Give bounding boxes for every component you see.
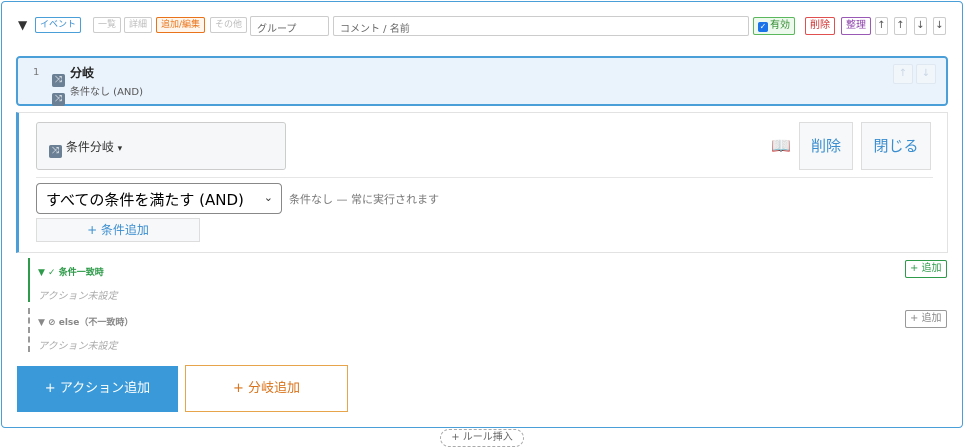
type-label: 条件分岐 bbox=[65, 140, 114, 154]
shuffle-icon: ⤨ bbox=[49, 145, 62, 158]
checkbox-icon[interactable]: ✓ bbox=[758, 22, 768, 32]
group-input[interactable]: グループ bbox=[250, 16, 329, 36]
match-branch-label[interactable]: ▼ ✓ 条件一致時 bbox=[38, 265, 104, 278]
enabled-toggle[interactable]: ✓ 有効 bbox=[753, 17, 795, 35]
tag-add-edit[interactable]: 追加/編集 bbox=[156, 17, 206, 33]
move-bottom-button[interactable]: ↓ bbox=[933, 17, 946, 35]
branch-subtitle: 条件なし (AND) bbox=[70, 87, 144, 98]
move-top-button[interactable]: ↑ bbox=[875, 17, 888, 35]
branch-move-up-button[interactable]: ↑ bbox=[893, 64, 913, 84]
enabled-label: 有効 bbox=[770, 20, 790, 31]
close-button[interactable]: 閉じる bbox=[861, 122, 931, 170]
move-up-button[interactable]: ↑ bbox=[894, 17, 907, 35]
book-icon[interactable]: 📖 bbox=[771, 136, 791, 155]
else-add-button[interactable]: + 追加 bbox=[905, 310, 947, 328]
add-branch-button[interactable]: + 分岐追加 bbox=[185, 365, 348, 412]
add-action-button[interactable]: + アクション追加 bbox=[17, 366, 178, 412]
branch-number: 1 bbox=[33, 67, 40, 78]
mode-value: すべての条件を満たす (AND) bbox=[46, 191, 244, 209]
move-down-button[interactable]: ↓ bbox=[914, 17, 927, 35]
tag-event[interactable]: イベント bbox=[35, 17, 82, 33]
divider bbox=[36, 177, 933, 178]
match-empty-text: アクション未設定 bbox=[38, 291, 118, 302]
match-branch-line bbox=[28, 258, 30, 302]
else-branch-line bbox=[28, 308, 30, 352]
type-dropdown[interactable]: ⤨ 条件分岐 ▾ bbox=[36, 122, 286, 170]
insert-rule-button[interactable]: + ルール挿入 bbox=[440, 429, 524, 447]
match-add-button[interactable]: + 追加 bbox=[905, 260, 947, 278]
comment-input[interactable]: コメント / 名前 bbox=[333, 16, 749, 36]
shuffle-icon: ⤨ bbox=[52, 84, 65, 106]
condition-mode-select[interactable]: すべての条件を満たす (AND) ⌄ bbox=[36, 183, 282, 214]
caret-down-icon: ▾ bbox=[117, 144, 123, 154]
branch-move-down-button[interactable]: ↓ bbox=[916, 64, 936, 84]
mode-note: 条件なし — 常に実行されます bbox=[289, 193, 439, 206]
tidy-button[interactable]: 整理 bbox=[841, 17, 871, 35]
collapse-toggle-icon[interactable]: ▼ bbox=[18, 18, 27, 32]
branch-card[interactable]: 1 ⤨ 分岐 ⤨ 条件なし (AND) ↑ ↓ bbox=[16, 56, 948, 106]
add-condition-button[interactable]: + 条件追加 bbox=[36, 218, 200, 242]
delete-rule-button[interactable]: 削除 bbox=[805, 17, 835, 35]
branch-editor: ⤨ 条件分岐 ▾ 📖 削除 閉じる すべての条件を満たす (AND) ⌄ 条件な… bbox=[16, 112, 948, 253]
chevron-down-icon: ⌄ bbox=[263, 191, 273, 204]
delete-branch-button[interactable]: 削除 bbox=[799, 122, 853, 170]
else-empty-text: アクション未設定 bbox=[38, 341, 118, 352]
branch-title: 分岐 bbox=[70, 66, 95, 80]
else-branch-label[interactable]: ▼ ⊘ else（不一致時） bbox=[38, 315, 133, 328]
tag-other[interactable]: その他 bbox=[210, 17, 248, 33]
tag-detail[interactable]: 詳細 bbox=[124, 17, 153, 33]
tag-list[interactable]: 一覧 bbox=[93, 17, 122, 33]
